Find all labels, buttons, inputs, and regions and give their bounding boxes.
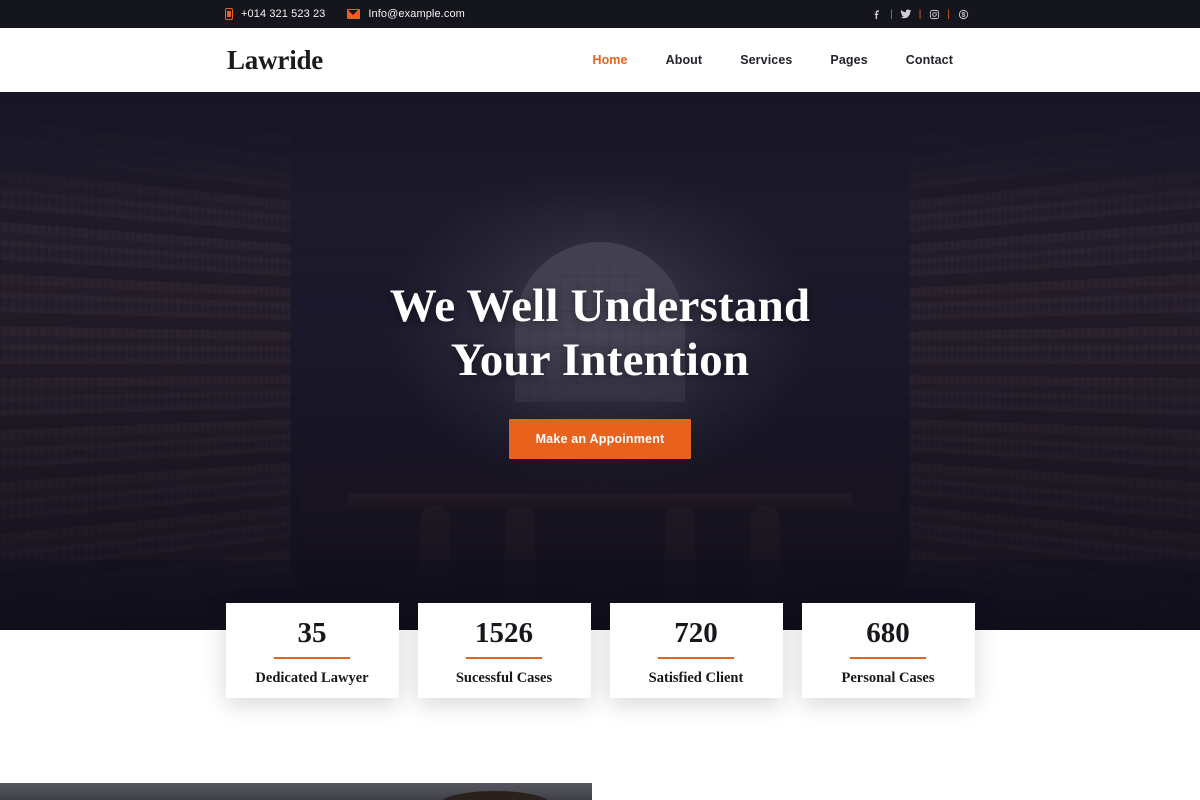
stat-label: Satisfied Client [648, 669, 744, 686]
site-logo[interactable]: Lawride [227, 45, 323, 76]
nav-item-services[interactable]: Services [721, 47, 811, 73]
stat-card: 720 Satisfied Client [609, 603, 783, 698]
nav-item-home[interactable]: Home [573, 47, 646, 73]
page-root: +014 321 523 23 Info@example.com | | | L… [0, 0, 1200, 800]
stat-number: 35 [297, 616, 327, 649]
stat-card: 1526 Sucessful Cases [417, 603, 591, 698]
social-separator: | [947, 8, 950, 20]
nav-item-contact[interactable]: Contact [887, 47, 972, 73]
stat-label: Dedicated Lawyer [255, 669, 369, 686]
hero-title: We Well Understand Your Intention [390, 280, 811, 387]
hero-title-line-1: We Well Understand [389, 280, 811, 332]
phone-number: +014 321 523 23 [241, 8, 326, 20]
nav-item-pages[interactable]: Pages [811, 47, 886, 73]
twitter-icon[interactable] [897, 8, 915, 20]
site-header: Lawride Home About Services Pages Contac… [0, 28, 1200, 92]
main-navigation: Home About Services Pages Contact [573, 47, 972, 73]
stat-card: 680 Personal Cases [801, 603, 975, 698]
stat-number: 720 [674, 616, 718, 649]
facebook-icon[interactable] [868, 9, 886, 20]
email-contact[interactable]: Info@example.com [347, 8, 465, 20]
stat-divider [850, 656, 926, 659]
social-links: | | | [868, 0, 972, 28]
hero-content: We Well Understand Your Intention Make a… [0, 92, 1200, 630]
social-separator: | [918, 8, 922, 20]
stat-label: Sucessful Cases [455, 669, 553, 686]
hero-section: We Well Understand Your Intention Make a… [0, 92, 1200, 630]
mobile-phone-icon [225, 8, 233, 20]
phone-contact[interactable]: +014 321 523 23 [225, 8, 325, 20]
stats-row: 35 Dedicated Lawyer 1526 Sucessful Cases… [0, 603, 1200, 698]
envelope-icon [347, 9, 361, 19]
stat-number: 1526 [475, 616, 533, 649]
email-address: Info@example.com [368, 8, 465, 20]
stat-card: 35 Dedicated Lawyer [225, 603, 399, 698]
top-bar-contact-group: +014 321 523 23 Info@example.com [225, 0, 465, 28]
make-appointment-button[interactable]: Make an Appoinment [508, 419, 692, 460]
skype-icon[interactable] [954, 9, 972, 20]
top-bar: +014 321 523 23 Info@example.com | | | [0, 0, 1200, 28]
stat-number: 680 [866, 616, 910, 649]
stat-label: Personal Cases [841, 669, 935, 686]
stat-divider [274, 656, 350, 659]
section-photo [0, 783, 592, 800]
instagram-icon[interactable] [925, 9, 943, 20]
nav-item-about[interactable]: About [647, 47, 722, 73]
social-separator: | [890, 8, 893, 20]
hero-title-line-2: Your Intention [450, 333, 750, 386]
stat-divider [466, 656, 542, 659]
stat-divider [658, 656, 734, 659]
